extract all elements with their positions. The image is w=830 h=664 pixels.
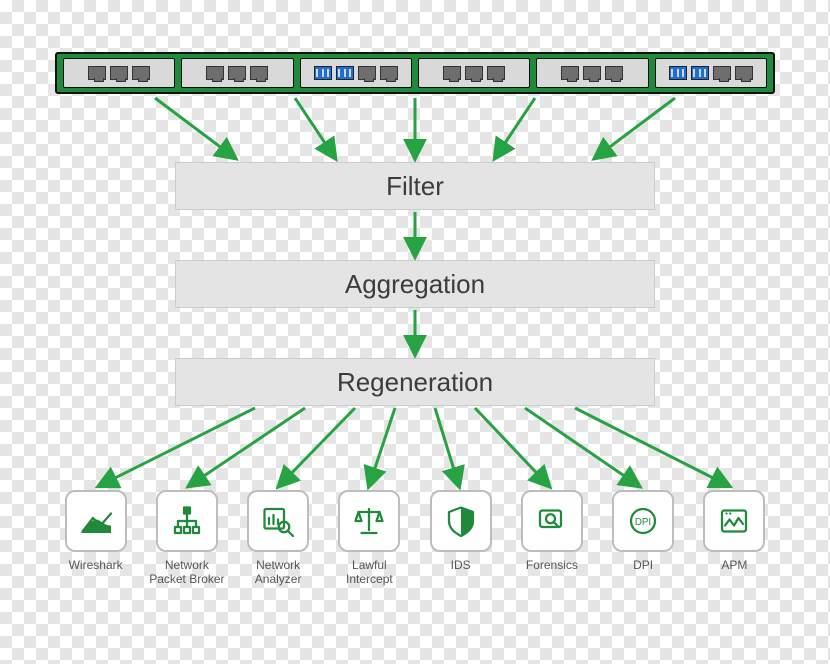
tool-label: Network Packet Broker: [149, 558, 224, 587]
rj45-port-icon: [443, 66, 461, 80]
npb-icon: [156, 490, 218, 552]
stage-regeneration: Regeneration: [175, 358, 655, 406]
terminal-port-icon: [669, 66, 687, 80]
rj45-port-icon: [250, 66, 268, 80]
rj45-port-icon: [713, 66, 731, 80]
rj45-port-icon: [561, 66, 579, 80]
appliance-module: [181, 58, 293, 88]
wireshark-icon: [65, 490, 127, 552]
tool-npb: Network Packet Broker: [146, 490, 227, 587]
stage-filter: Filter: [175, 162, 655, 210]
tool-label: IDS: [451, 558, 471, 586]
appliance-module: [418, 58, 530, 88]
tool-forensics: Forensics: [511, 490, 592, 587]
tool-label: Lawful Intercept: [346, 558, 393, 587]
network-appliance: [55, 52, 775, 94]
appliance-module: [63, 58, 175, 88]
stage-regeneration-label: Regeneration: [337, 367, 493, 398]
dpi-icon: DPI: [612, 490, 674, 552]
appliance-module: [655, 58, 767, 88]
rj45-port-icon: [132, 66, 150, 80]
rj45-port-icon: [605, 66, 623, 80]
stage-filter-label: Filter: [386, 171, 444, 202]
rj45-port-icon: [88, 66, 106, 80]
rj45-port-icon: [583, 66, 601, 80]
rj45-port-icon: [206, 66, 224, 80]
tool-ids: IDS: [420, 490, 501, 587]
tool-label: Wireshark: [69, 558, 123, 586]
ids-icon: [430, 490, 492, 552]
rj45-port-icon: [465, 66, 483, 80]
tool-label: APM: [721, 558, 747, 586]
tool-label: DPI: [633, 558, 653, 586]
tool-analyzer: Network Analyzer: [238, 490, 319, 587]
rj45-port-icon: [358, 66, 376, 80]
rj45-port-icon: [735, 66, 753, 80]
appliance-module: [300, 58, 412, 88]
tool-wireshark: Wireshark: [55, 490, 136, 587]
tools-row: Wireshark Network Packet Broker Network An…: [55, 490, 775, 587]
tool-label: Forensics: [526, 558, 578, 586]
terminal-port-icon: [691, 66, 709, 80]
diagram-canvas: Filter Aggregation Regeneration Wireshar…: [55, 52, 775, 612]
tool-label: Network Analyzer: [255, 558, 302, 587]
rj45-port-icon: [487, 66, 505, 80]
rj45-port-icon: [110, 66, 128, 80]
analyzer-icon: [247, 490, 309, 552]
stage-aggregation: Aggregation: [175, 260, 655, 308]
svg-text:DPI: DPI: [635, 517, 651, 528]
tool-lawful: Lawful Intercept: [329, 490, 410, 587]
tool-apm: APM: [694, 490, 775, 587]
rj45-port-icon: [380, 66, 398, 80]
terminal-port-icon: [314, 66, 332, 80]
stage-aggregation-label: Aggregation: [345, 269, 485, 300]
lawful-icon: [338, 490, 400, 552]
apm-icon: [703, 490, 765, 552]
rj45-port-icon: [228, 66, 246, 80]
terminal-port-icon: [336, 66, 354, 80]
forensics-icon: [521, 490, 583, 552]
appliance-module: [536, 58, 648, 88]
tool-dpi: DPI DPI: [603, 490, 684, 587]
